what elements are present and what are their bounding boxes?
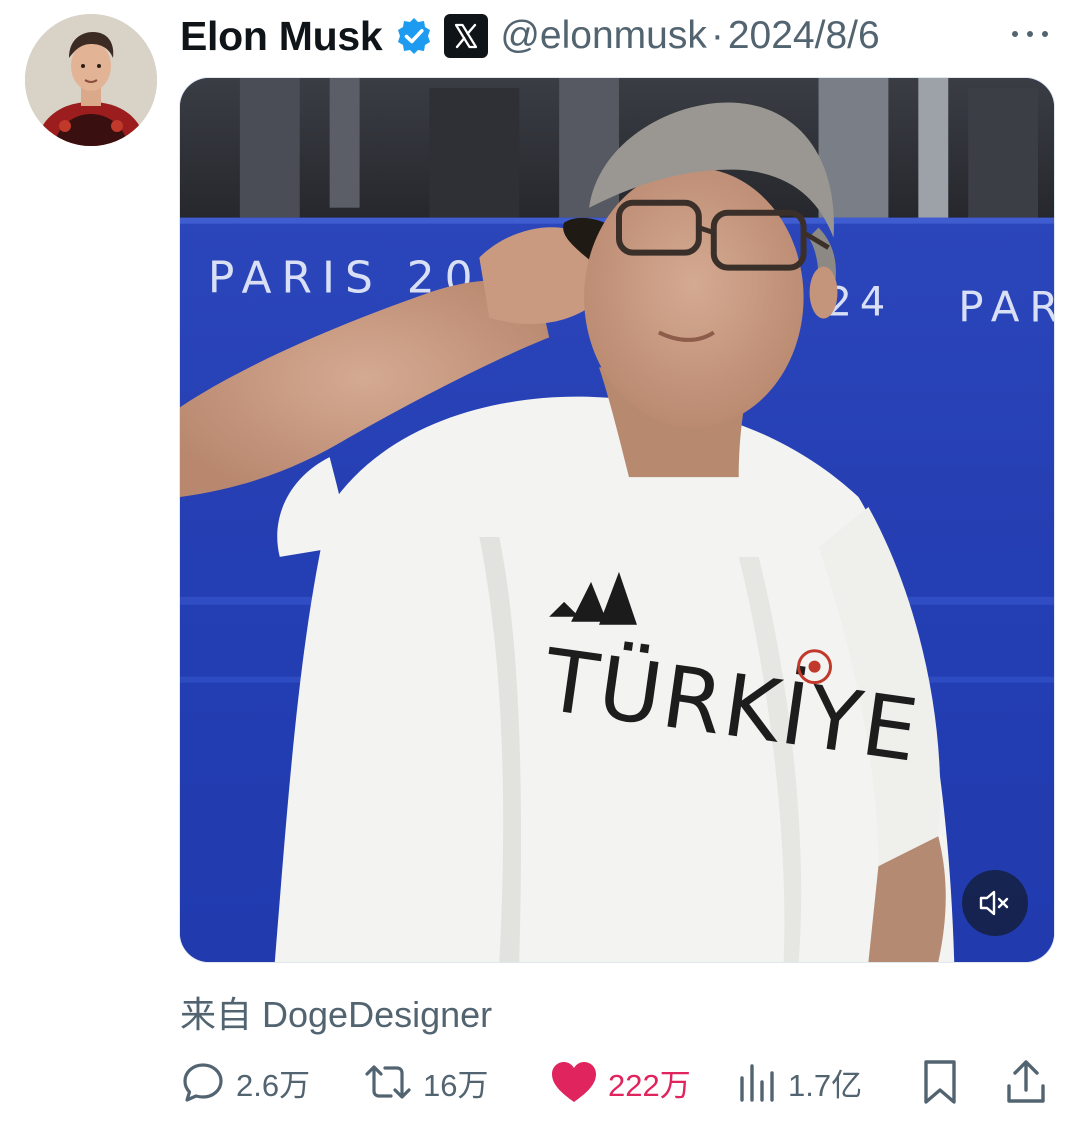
- retweet-count: 16万: [423, 1067, 489, 1103]
- retweet-button[interactable]: 16万: [363, 1053, 488, 1111]
- reply-count: 2.6万: [236, 1067, 311, 1103]
- view-count: 1.7亿: [788, 1067, 863, 1103]
- separator-dot: ·: [710, 14, 724, 57]
- tweet-video[interactable]: PARIS 20 24 PAR: [179, 77, 1055, 963]
- retweet-icon: [365, 1065, 411, 1099]
- tweet[interactable]: Elon Musk @elonmusk · 2024/8/6 PARIS 20 …: [0, 0, 1080, 1122]
- bar-chart-icon: [740, 1064, 774, 1102]
- like-count: 222万: [608, 1067, 691, 1103]
- reply-button[interactable]: 2.6万: [180, 1053, 310, 1111]
- tweet-date[interactable]: 2024/8/6: [728, 14, 880, 58]
- more-dots-icon[interactable]: [1008, 16, 1052, 52]
- author-name[interactable]: Elon Musk: [180, 13, 383, 60]
- share-icon: [1007, 1060, 1045, 1103]
- like-button[interactable]: 222万: [550, 1053, 691, 1111]
- x-logo-icon[interactable]: [444, 14, 489, 58]
- video-frame: PARIS 20 24 PAR: [180, 78, 1054, 962]
- reply-bubble-icon: [183, 1063, 223, 1102]
- author-handle[interactable]: @elonmusk: [500, 14, 707, 58]
- heart-filled-icon: [552, 1062, 596, 1102]
- banner-text-right: PAR: [958, 282, 1054, 331]
- muted-speaker-icon: [979, 890, 1009, 916]
- source-attribution[interactable]: 来自 DogeDesigner: [180, 986, 492, 1038]
- bookmark-icon: [924, 1060, 956, 1104]
- bookmark-button[interactable]: [920, 1053, 960, 1111]
- tweet-header: Elon Musk @elonmusk · 2024/8/6: [180, 8, 880, 64]
- avatar[interactable]: [25, 14, 157, 146]
- avatar-image: [25, 14, 157, 146]
- share-button[interactable]: [1004, 1053, 1048, 1111]
- verified-badge-icon[interactable]: [394, 16, 434, 56]
- mute-button[interactable]: [962, 870, 1028, 936]
- action-bar: 2.6万 16万 222万 1.7亿: [180, 1053, 1055, 1111]
- views-button[interactable]: 1.7亿: [738, 1053, 862, 1111]
